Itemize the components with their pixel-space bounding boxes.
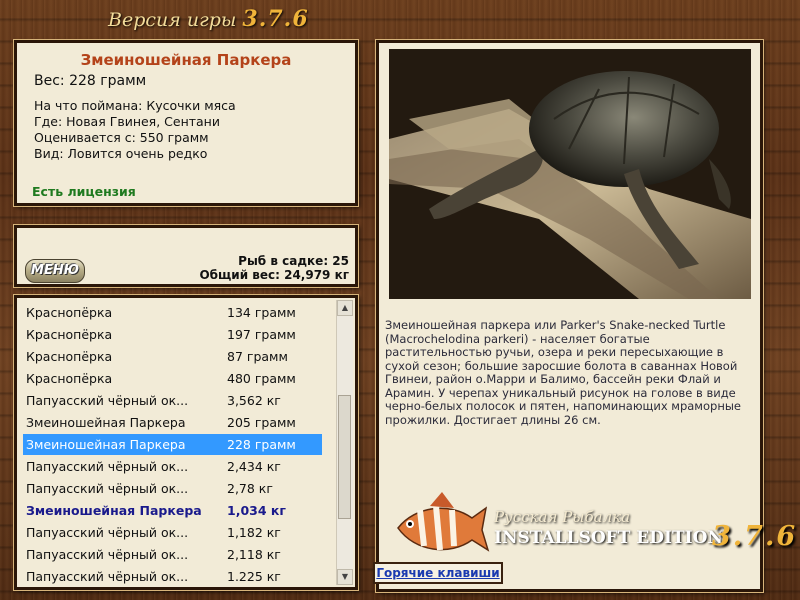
logo-version: 3.7.6 [712, 521, 798, 552]
fish-weight: Вес: 228 грамм [34, 73, 147, 89]
catch-fish-weight: 2,78 кг [227, 481, 273, 496]
catch-fish-name: Змеиношейная Паркера [26, 503, 202, 518]
catch-list-row[interactable]: Папуасский чёрный ок... 3,562 кг [23, 390, 322, 411]
catch-list-row[interactable]: Папуасский чёрный ок... 2,118 кг [23, 544, 322, 565]
catch-fish-weight: 134 грамм [227, 305, 296, 320]
catch-fish-name: Змеиношейная Паркера [26, 415, 186, 430]
catch-list-row[interactable]: Змеиношейная Паркера 228 грамм [23, 434, 322, 455]
game-logo: Русская Рыбалка INSTALLSOFT EDITION 3.7.… [390, 488, 800, 570]
catch-list-row[interactable]: Папуасский чёрный ок... 1.225 кг [23, 566, 322, 587]
scrollbar-thumb[interactable] [338, 395, 351, 519]
catch-list-row[interactable]: Папуасский чёрный ок... 2,434 кг [23, 456, 322, 477]
fish-logo-icon [397, 492, 490, 552]
bait-info: На что поймана: Кусочки мяса [34, 98, 236, 113]
catch-list-row[interactable]: Змеиношейная Паркера 1,034 кг [23, 500, 322, 521]
catch-fish-name: Папуасский чёрный ок... [26, 547, 189, 562]
catch-fish-name: Змеиношейная Паркера [26, 437, 186, 452]
catch-fish-name: Краснопёрка [26, 305, 113, 320]
species-description: Змеиношейная паркера или Parker's Snake-… [385, 318, 741, 427]
catch-fish-name: Краснопёрка [26, 327, 113, 342]
catch-fish-weight: 2,118 кг [227, 547, 281, 562]
catch-fish-weight: 205 грамм [227, 415, 296, 430]
total-weight: Общий вес: 24,979 кг [199, 268, 349, 282]
catch-fish-name: Папуасский чёрный ок... [26, 569, 189, 584]
catch-fish-name: Папуасский чёрный ок... [26, 459, 189, 474]
catch-fish-weight: 87 грамм [227, 349, 288, 364]
catch-fish-name: Папуасский чёрный ок... [26, 525, 189, 540]
catch-fish-weight: 2,434 кг [227, 459, 281, 474]
fish-count: Рыб в садке: 25 [238, 254, 349, 268]
menu-panel: МЕНЮ Рыб в садке: 25 Общий вес: 24,979 к… [14, 225, 358, 287]
license-status: Есть лицензия [32, 184, 136, 199]
turtle-image [389, 49, 751, 299]
turtle-photo [389, 49, 751, 299]
logo-subtitle: Русская Рыбалка [494, 508, 631, 526]
catch-fish-weight: 1,182 кг [227, 525, 281, 540]
logo-edition: INSTALLSOFT EDITION [494, 528, 723, 548]
version-label: Версия игры [108, 9, 237, 31]
catch-list: Краснопёрка 134 грамм Краснопёрка 197 грамм… [14, 295, 358, 590]
value-info: Оценивается с: 550 грамм [34, 130, 209, 145]
rarity-info: Вид: Ловится очень редко [34, 146, 208, 161]
catch-list-row[interactable]: Краснопёрка 134 грамм [23, 302, 322, 323]
chevron-down-icon[interactable]: ▼ [337, 569, 353, 585]
hotkeys-button[interactable]: Горячие клавиши [373, 562, 503, 584]
version-number: 3.7.6 [242, 6, 309, 32]
cage-stats: Рыб в садке: 25 Общий вес: 24,979 кг [199, 254, 349, 282]
catch-fish-name: Краснопёрка [26, 371, 113, 386]
catch-fish-weight: 1,034 кг [227, 503, 286, 518]
fish-info-panel: Змеиношейная Паркера Вес: 228 грамм На ч… [14, 40, 358, 206]
menu-button[interactable]: МЕНЮ [25, 259, 85, 283]
catch-fish-name: Папуасский чёрный ок... [26, 393, 189, 408]
list-scrollbar[interactable]: ▲ ▼ [336, 300, 353, 585]
catch-list-row[interactable]: Змеиношейная Паркера 205 грамм [23, 412, 322, 433]
catch-list-row[interactable]: Краснопёрка 87 грамм [23, 346, 322, 367]
catch-fish-name: Краснопёрка [26, 349, 113, 364]
catch-fish-weight: 228 грамм [227, 437, 296, 452]
location-info: Где: Новая Гвинея, Сентани [34, 114, 220, 129]
catch-fish-name: Папуасский чёрный ок... [26, 481, 189, 496]
catch-fish-weight: 480 грамм [227, 371, 296, 386]
catch-fish-weight: 1.225 кг [227, 569, 281, 584]
catch-list-row[interactable]: Папуасский чёрный ок... 2,78 кг [23, 478, 322, 499]
fish-name: Змеиношейная Паркера [80, 51, 292, 69]
catch-list-row[interactable]: Краснопёрка 480 грамм [23, 368, 322, 389]
catch-list-row[interactable]: Краснопёрка 197 грамм [23, 324, 322, 345]
chevron-up-icon[interactable]: ▲ [337, 300, 353, 316]
catch-list-row[interactable]: Папуасский чёрный ок... 1,182 кг [23, 522, 322, 543]
catch-fish-weight: 197 грамм [227, 327, 296, 342]
catch-fish-weight: 3,562 кг [227, 393, 281, 408]
game-version-title: Версия игры 3.7.6 [108, 6, 309, 32]
